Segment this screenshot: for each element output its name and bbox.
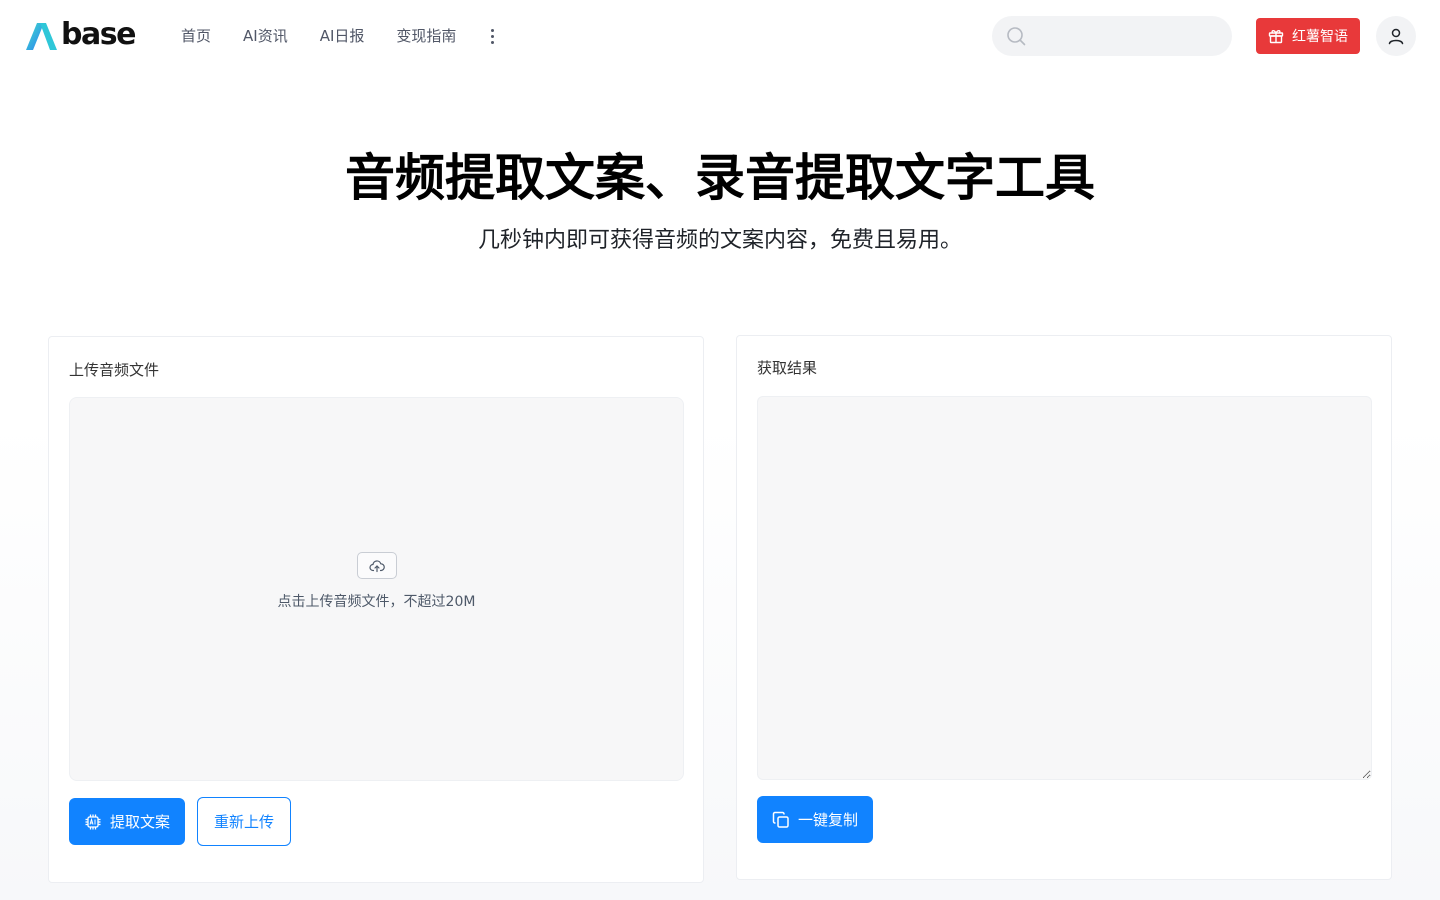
nav-item-ai-daily[interactable]: AI日报 <box>320 24 365 48</box>
result-panel: 获取结果 一键复制 <box>736 335 1392 880</box>
result-panel-label: 获取结果 <box>757 359 818 377</box>
gift-icon <box>1268 30 1284 44</box>
extract-text-button[interactable]: 提取文案 <box>69 798 185 845</box>
copy-icon <box>772 811 789 828</box>
upload-dropzone[interactable]: 点击上传音频文件，不超过20M <box>69 397 684 781</box>
nav-item-home[interactable]: 首页 <box>181 24 211 48</box>
promo-button[interactable]: 红薯智语 <box>1256 18 1360 54</box>
ai-chip-icon <box>85 814 101 829</box>
logo-mark-icon <box>26 23 57 50</box>
logo-text: base <box>61 16 136 52</box>
search-input[interactable] <box>1034 28 1214 44</box>
upload-panel: 上传音频文件 点击上传音频文件，不超过20M 提取文案 重新上传 <box>48 336 704 883</box>
more-menu-icon[interactable] <box>488 24 496 48</box>
user-icon <box>1388 28 1404 45</box>
page-title: 音频提取文案、录音提取文字工具 <box>345 149 1095 207</box>
copy-all-label: 一键复制 <box>797 812 858 829</box>
site-logo[interactable]: base <box>24 16 136 52</box>
reupload-button[interactable]: 重新上传 <box>197 797 291 846</box>
user-avatar[interactable] <box>1376 16 1416 56</box>
reupload-label: 重新上传 <box>213 813 274 831</box>
search-icon <box>1007 27 1026 46</box>
promo-label: 红薯智语 <box>1292 29 1348 45</box>
search-box[interactable] <box>992 16 1232 56</box>
nav-item-monetize-guide[interactable]: 变现指南 <box>396 24 456 48</box>
upload-hint: 点击上传音频文件，不超过20M <box>277 594 476 610</box>
upload-panel-label: 上传音频文件 <box>69 361 160 379</box>
nav-item-ai-news[interactable]: AI资讯 <box>243 24 288 48</box>
result-textarea[interactable] <box>757 396 1372 780</box>
extract-text-label: 提取文案 <box>109 814 170 831</box>
cloud-upload-icon <box>357 552 397 579</box>
top-header: base 首页 AI资讯 AI日报 变现指南 红薯智语 <box>0 0 1440 72</box>
copy-all-button[interactable]: 一键复制 <box>757 796 873 843</box>
main-nav: 首页 AI资讯 AI日报 变现指南 <box>181 24 496 48</box>
page-subtitle: 几秒钟内即可获得音频的文案内容，免费且易用。 <box>477 228 962 253</box>
